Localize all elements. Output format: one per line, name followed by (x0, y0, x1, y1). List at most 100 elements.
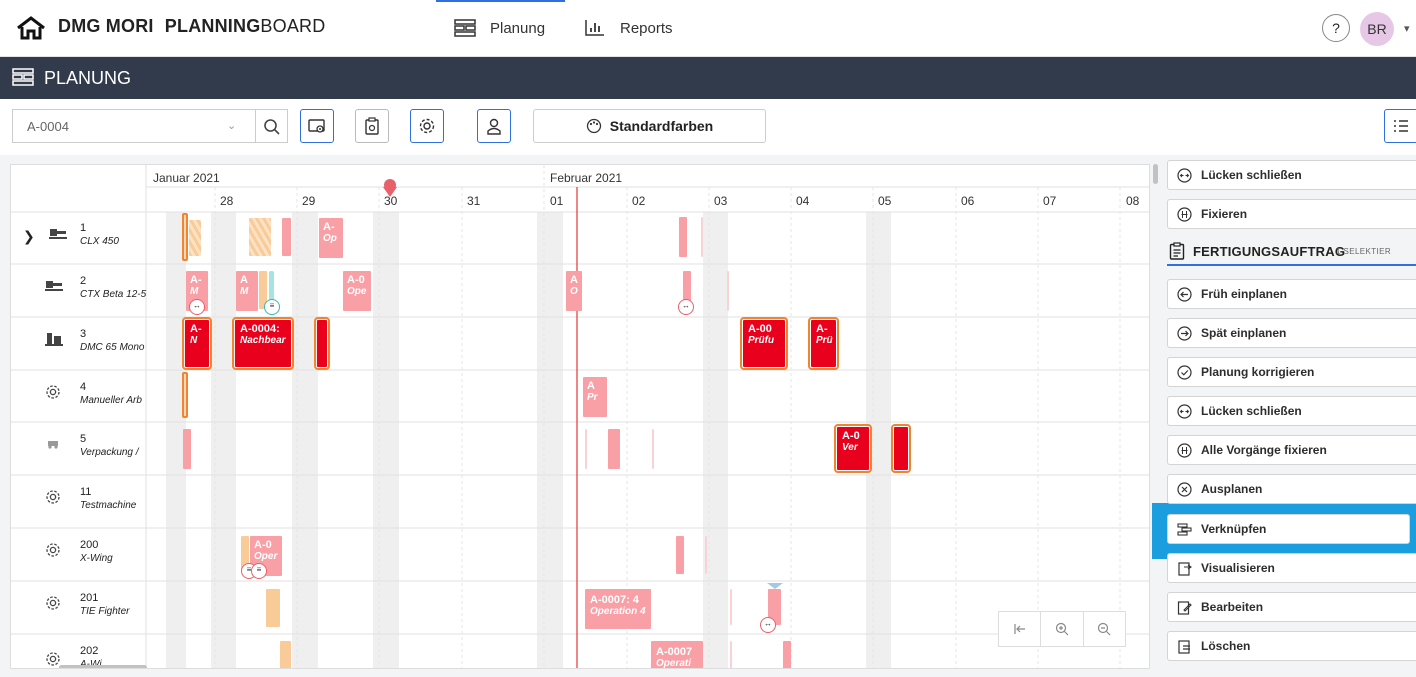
chevron-down-icon[interactable]: ⌄ (227, 119, 236, 132)
operation-bar-label: M (190, 286, 199, 297)
operation-bar[interactable]: A-0 Ope (343, 271, 371, 311)
horizontal-scrollbar[interactable] (59, 665, 147, 668)
link-button[interactable]: Verknüpfen (1167, 514, 1410, 544)
product-name-bold: PLANNING (164, 16, 261, 36)
home-icon[interactable] (16, 16, 46, 40)
close-gaps-button[interactable]: Lücken schließen (1167, 160, 1416, 190)
tab-planung[interactable]: Planung (435, 0, 566, 37)
operation-bar[interactable] (314, 317, 330, 370)
gantt-navigation (998, 611, 1126, 647)
operation-bar[interactable]: A Pr (583, 377, 607, 417)
visibility-button[interactable] (300, 109, 334, 143)
resource-name: X-Wing (80, 553, 113, 564)
operation-bar[interactable] (705, 536, 707, 574)
action-label: Früh einplanen (1201, 287, 1288, 301)
operation-bar[interactable] (783, 641, 791, 668)
search-icon[interactable] (263, 118, 281, 136)
operation-bar[interactable] (282, 218, 291, 256)
operation-bar-id: A- (190, 323, 202, 335)
fix-icon (1177, 442, 1192, 458)
settings-button[interactable] (410, 109, 444, 143)
day-label: 31 (467, 194, 481, 208)
link-connector-icon[interactable]: ↔ (678, 299, 694, 315)
arrow-left-circle-icon (1177, 286, 1192, 302)
operation-bar[interactable] (679, 217, 687, 257)
flag-icon (767, 583, 783, 589)
link-connector-icon[interactable]: ↔ (189, 299, 205, 315)
zoom-out-icon[interactable] (1084, 612, 1125, 646)
action-label: Alle Vorgänge fixieren (1201, 443, 1327, 457)
operation-bar[interactable]: A-0007 Operati (651, 641, 703, 668)
order-search-input[interactable] (13, 110, 245, 142)
fix-icon (1177, 206, 1192, 222)
operation-bar[interactable]: A-0 Ver (834, 424, 872, 473)
operation-bar[interactable] (280, 641, 291, 668)
clipboard-visibility-button[interactable] (355, 109, 389, 143)
delete-button[interactable]: Löschen (1167, 631, 1416, 661)
unplan-button[interactable]: Ausplanen (1167, 474, 1416, 504)
zoom-in-icon[interactable] (1041, 612, 1084, 646)
tab-reports[interactable]: Reports (584, 19, 673, 37)
operation-bar[interactable]: A- Op (319, 218, 343, 258)
tab-planung-label: Planung (490, 19, 546, 37)
vertical-scrollbar[interactable] (1153, 164, 1158, 184)
operation-bar[interactable]: AO (566, 271, 582, 311)
operation-bar[interactable] (189, 220, 201, 256)
operation-bar[interactable]: A- N (182, 317, 212, 370)
action-label: Lücken schließen (1201, 404, 1302, 418)
visualize-button[interactable]: Visualisieren (1167, 553, 1416, 583)
operation-bar[interactable] (730, 641, 732, 668)
chevron-down-icon[interactable]: ▾ (1404, 22, 1410, 35)
resource-id: 202 (80, 645, 99, 657)
operation-bar[interactable]: A-0007: 4 Operation 4 (585, 589, 651, 629)
jump-to-start-icon[interactable] (999, 612, 1042, 646)
list-view-button[interactable] (1384, 109, 1416, 143)
link-connector-icon[interactable]: ≡ (251, 563, 267, 579)
operation-bar[interactable] (182, 213, 188, 261)
selection-count: 1 SELEKTIER (1336, 247, 1392, 256)
operation-bar[interactable] (727, 271, 729, 311)
operation-bar-id: A-0007: 4 (590, 594, 639, 606)
standard-colors-button[interactable]: Standardfarben (533, 109, 766, 143)
operation-bar-label: M (240, 286, 249, 297)
link-connector-icon[interactable]: ≡ (264, 299, 280, 315)
operation-bar[interactable] (585, 429, 587, 469)
user-button[interactable] (477, 109, 511, 143)
operation-bar[interactable] (266, 589, 280, 627)
fix-button[interactable]: Fixieren (1167, 199, 1416, 229)
link-icon (1177, 522, 1192, 536)
operation-bar-id: A-0 (842, 430, 860, 442)
operation-bar[interactable]: A-0004: Nachbear (232, 317, 294, 370)
chevron-right-icon[interactable]: ❯ (23, 228, 35, 245)
operation-bar[interactable]: A-00 Prüfu (740, 317, 788, 370)
correct-planning-button[interactable]: Planung korrigieren (1167, 357, 1416, 387)
operation-bar[interactable] (183, 429, 191, 469)
action-panel: Lücken schließen Fixieren FERTIGUNGSAUFT… (1162, 160, 1416, 677)
operation-bar-id: A- (323, 221, 335, 233)
fix-all-operations-button[interactable]: Alle Vorgänge fixieren (1167, 435, 1416, 465)
resource-name: CTX Beta 12-5 (80, 289, 147, 300)
link-connector-icon[interactable]: ↔ (760, 617, 776, 633)
operation-bar[interactable] (891, 424, 911, 473)
operation-bar[interactable] (676, 536, 684, 574)
operation-bar[interactable] (249, 218, 271, 256)
close-gaps-icon (1177, 403, 1192, 419)
resource-id: 11 (80, 486, 92, 498)
schedule-late-button[interactable]: Spät einplanen (1167, 318, 1416, 348)
operation-bar-id: A-00 (748, 323, 772, 335)
operation-bar[interactable]: A- Prü (808, 317, 839, 370)
help-button[interactable]: ? (1322, 14, 1350, 42)
operation-bar[interactable] (182, 372, 188, 418)
close-gaps-button[interactable]: Lücken schließen (1167, 396, 1416, 426)
operation-bar[interactable] (608, 429, 620, 469)
schedule-early-button[interactable]: Früh einplanen (1167, 279, 1416, 309)
operation-bar[interactable] (730, 589, 732, 625)
avatar[interactable]: BR (1360, 12, 1394, 46)
operation-bar-id: A-0 (254, 539, 272, 551)
operation-bar[interactable]: AM (236, 271, 258, 311)
edit-button[interactable]: Bearbeiten (1167, 592, 1416, 622)
action-label: Ausplanen (1201, 482, 1263, 496)
operation-bar[interactable] (652, 429, 654, 469)
settings-icon (418, 117, 436, 135)
operation-bar[interactable] (701, 217, 703, 257)
